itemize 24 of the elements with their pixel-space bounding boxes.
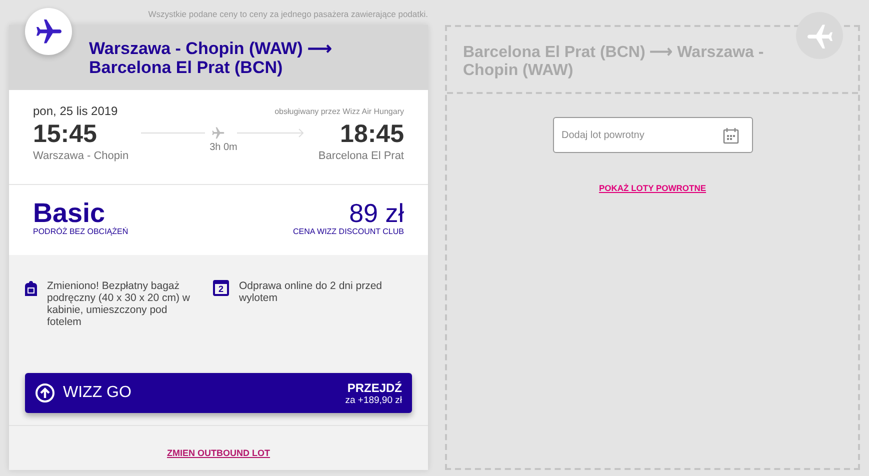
flight-date: pon, 25 lis 2019 [33, 104, 118, 118]
price-note: CENA WIZZ DISCOUNT CLUB [293, 227, 404, 236]
calendar-icon: 2 [213, 280, 229, 296]
fare-name: Basic [33, 199, 106, 227]
arrival-time: 18:45 [339, 120, 404, 148]
price-notice: Wszystkie podane ceny to ceny za jednego pasażera zawierające podatki. [147, 9, 428, 21]
fare-price: 89 zł [348, 199, 404, 227]
feature-text: Zmieniono! Bezpłatny bagaż podręczny (40 x 30 x 20 cm) w kabinie, umieszczony pod fotelem [47, 280, 191, 328]
route-title: Barcelona El Prat (BCN) ⟶ Warszawa - Chopin (WAW) [463, 44, 765, 80]
operator-note: obsługiwany przez Wizz Air Hungary [274, 106, 404, 116]
departure-time: 15:45 [33, 120, 98, 148]
arrival-airport: Barcelona El Prat [318, 150, 404, 162]
fare-subtitle: PODRÓŻ BEZ OBCIĄŻEŃ [33, 227, 128, 236]
show-return-flights-link[interactable]: POKAŻ LOTY POWROTNE [598, 183, 706, 193]
backpack-icon [25, 280, 37, 297]
change-flight-link[interactable]: ZMIEN OUTBOUND LOT [167, 448, 270, 458]
route-title: Warszawa - Chopin (WAW) ⟶ Barcelona El Prat (BCN) [89, 38, 332, 76]
flight-duration: 3h 0m [210, 142, 238, 153]
departure-airport: Warszawa - Chopin [33, 150, 129, 162]
calendar-icon [722, 127, 738, 144]
feature-text: Odprawa online do 2 dni przed wylotem [239, 280, 383, 306]
date-field[interactable]: Dodaj lot powrotny [552, 117, 752, 153]
plane-icon [34, 16, 64, 46]
wizz-go-button[interactable]: WIZZ GO PRZEJDŹ za +189,90 zł [25, 373, 412, 413]
